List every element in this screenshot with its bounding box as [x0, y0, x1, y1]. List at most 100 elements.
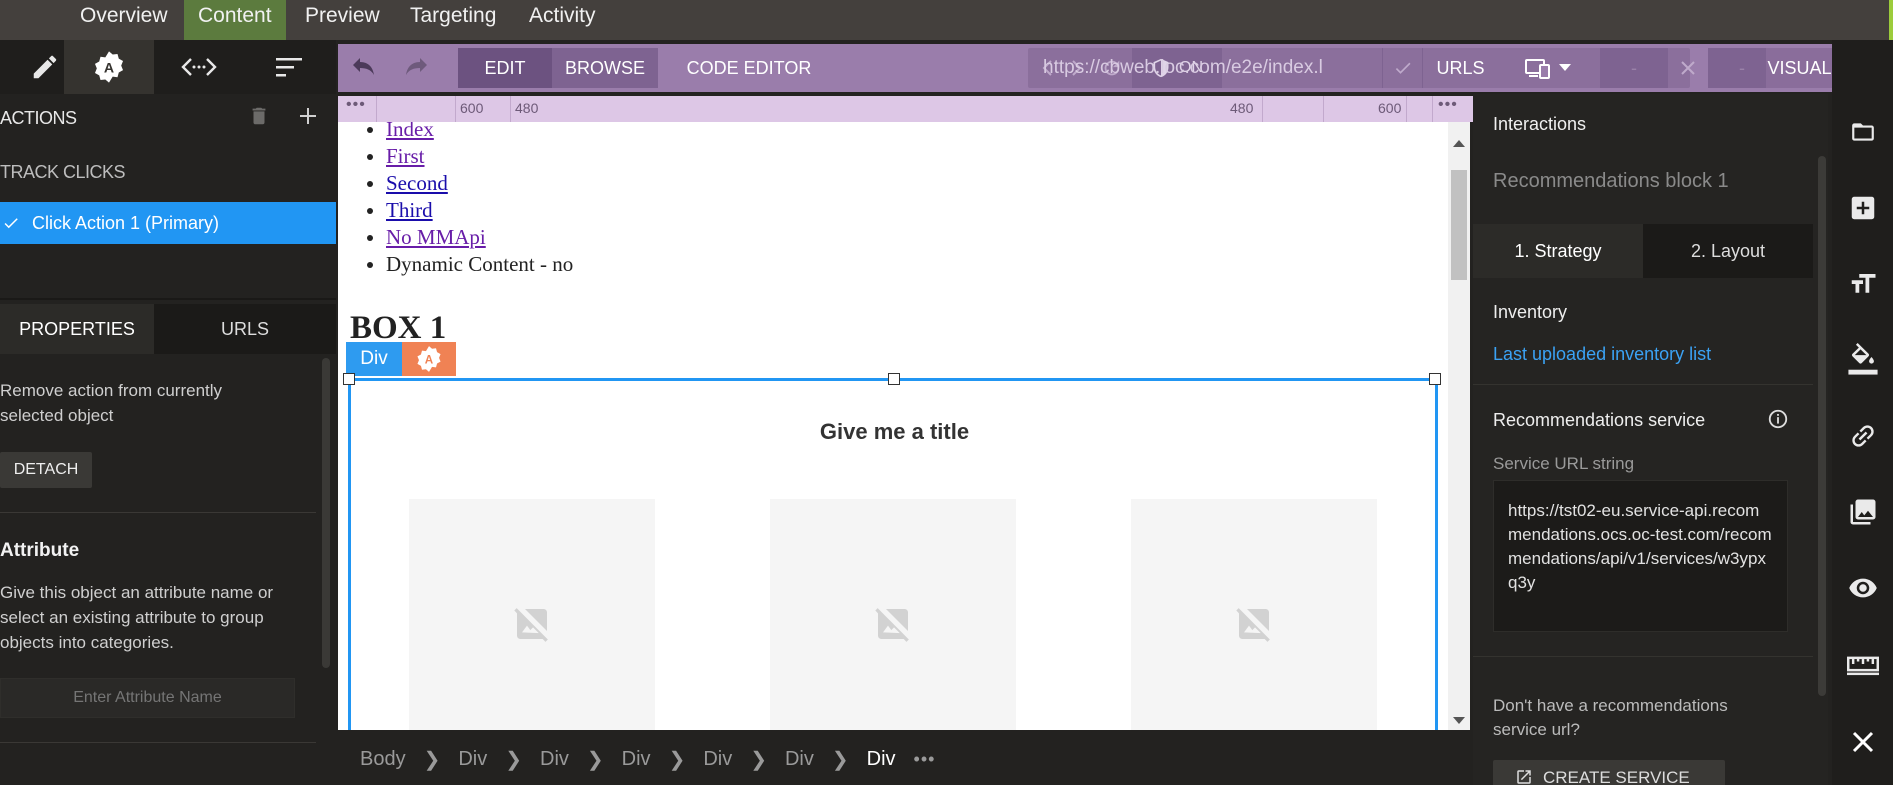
page-canvas[interactable]: Index First Second Third No MMApi Dynami…: [338, 122, 1448, 730]
close-icon[interactable]: [1668, 48, 1708, 88]
device-select[interactable]: [1508, 48, 1588, 88]
ruler-more-right-icon[interactable]: •••: [1438, 96, 1458, 114]
inventory-link[interactable]: Last uploaded inventory list: [1493, 344, 1711, 365]
device-icon: [1525, 57, 1551, 79]
add-box-icon[interactable]: [1832, 188, 1893, 228]
plus-icon[interactable]: [296, 104, 320, 133]
urls-button[interactable]: URLS: [1422, 48, 1498, 88]
tab-targeting[interactable]: Targeting: [396, 0, 510, 40]
action-badge-icon[interactable]: A: [402, 342, 456, 376]
trash-icon[interactable]: [248, 104, 270, 133]
browse-mode-button[interactable]: BROWSE: [552, 48, 658, 88]
ruler-more-left-icon[interactable]: •••: [346, 96, 366, 114]
close-panel-icon[interactable]: [1832, 722, 1893, 762]
breadcrumb-item[interactable]: Div: [622, 748, 651, 771]
actions-title: ACTIONS: [0, 108, 77, 128]
link-second[interactable]: Second: [386, 171, 448, 195]
left-panel-scrollbar[interactable]: [322, 358, 330, 668]
breadcrumb-item[interactable]: Div: [703, 748, 732, 771]
tab-strategy[interactable]: 1. Strategy: [1473, 224, 1643, 278]
link-icon[interactable]: [1832, 416, 1893, 456]
detach-button[interactable]: DETACH: [0, 452, 92, 488]
click-action-label: Click Action 1 (Primary): [32, 212, 220, 233]
tab-layout[interactable]: 2. Layout: [1643, 224, 1813, 278]
breadcrumb: Body ❯ Div ❯ Div ❯ Div ❯ Div ❯ Div ❯ Div •••: [338, 734, 1473, 785]
ruler-label-480-right: 480: [1230, 100, 1254, 116]
left-toolbar: A: [0, 40, 336, 94]
chevron-right-icon: ❯: [668, 749, 686, 771]
link-index[interactable]: Index: [386, 122, 434, 141]
attribute-name-input[interactable]: [0, 678, 295, 718]
list-item: First: [386, 143, 573, 170]
svg-text:A: A: [425, 354, 434, 367]
url-text[interactable]: https://cbweb.loc.com/e2e/index.l: [1043, 48, 1379, 88]
ruler-icon[interactable]: [1832, 644, 1893, 684]
scroll-thumb[interactable]: [1451, 170, 1467, 280]
icon-bar-top: [1832, 40, 1893, 94]
tab-urls[interactable]: URLS: [154, 304, 336, 354]
chevron-right-icon: ❯: [586, 749, 604, 771]
tab-activity[interactable]: Activity: [515, 0, 610, 40]
dash-button-1[interactable]: -: [1600, 48, 1668, 88]
link-third[interactable]: Third: [386, 198, 433, 222]
chevron-right-icon: ❯: [423, 749, 441, 771]
info-icon[interactable]: [1767, 408, 1789, 435]
scroll-down-icon[interactable]: [1453, 712, 1465, 730]
ruler: ••• 600 480 480 600 •••: [338, 96, 1473, 122]
track-clicks-title: TRACK CLICKS: [0, 162, 126, 182]
image-placeholder: [1131, 499, 1377, 730]
canvas-scrollbar[interactable]: [1448, 122, 1470, 730]
service-url-field[interactable]: https://tst02-eu.service-api.recommendat…: [1493, 480, 1788, 632]
image-placeholder: [770, 499, 1016, 730]
resize-handle[interactable]: [343, 373, 355, 385]
right-panel-tabs: 1. Strategy 2. Layout: [1473, 224, 1813, 278]
remove-action-text: Remove action from currently selected ob…: [0, 381, 223, 425]
resize-handle[interactable]: [1429, 373, 1441, 385]
tab-properties[interactable]: PROPERTIES: [0, 304, 154, 354]
code-icon[interactable]: [154, 40, 244, 94]
breadcrumb-item[interactable]: Div: [540, 748, 569, 771]
list-item: Index: [386, 122, 573, 143]
image-placeholder: [409, 499, 655, 730]
rec-service-label: Recommendations service: [1493, 410, 1706, 430]
more-icon[interactable]: •••: [914, 749, 936, 770]
right-icon-bar: [1832, 94, 1893, 785]
ruler-label-480-left: 480: [515, 100, 539, 116]
url-confirm-icon[interactable]: [1382, 48, 1422, 88]
text-size-icon[interactable]: [1832, 264, 1893, 304]
click-action-item[interactable]: Click Action 1 (Primary): [0, 202, 336, 244]
tab-preview[interactable]: Preview: [291, 0, 394, 40]
eye-icon[interactable]: [1832, 568, 1893, 608]
recommendations-title: Give me a title: [819, 419, 970, 444]
code-editor-button[interactable]: CODE EDITOR: [674, 48, 824, 88]
block-name[interactable]: Recommendations block 1: [1493, 170, 1729, 193]
scroll-up-icon[interactable]: [1453, 134, 1465, 152]
action-badge-icon[interactable]: A: [64, 40, 154, 94]
redo-icon[interactable]: [394, 48, 434, 88]
breadcrumb-item[interactable]: Div: [458, 748, 487, 771]
edit-mode-button[interactable]: EDIT: [458, 48, 552, 88]
tab-overview[interactable]: Overview: [66, 0, 182, 40]
create-service-button[interactable]: CREATE SERVICE: [1493, 760, 1725, 785]
images-icon[interactable]: [1832, 492, 1893, 532]
paint-bucket-icon[interactable]: [1832, 340, 1893, 380]
chevron-right-icon: ❯: [831, 749, 849, 771]
breadcrumb-current[interactable]: Div: [867, 748, 896, 771]
attribute-description: Give this object an attribute name or se…: [0, 583, 274, 652]
breadcrumb-item[interactable]: Body: [360, 748, 406, 771]
sort-icon[interactable]: [244, 40, 334, 94]
div-tag-label[interactable]: Div: [346, 342, 402, 376]
selected-div[interactable]: Give me a title: [343, 373, 1441, 730]
ruler-label-600-left: 600: [460, 100, 484, 116]
resize-handle[interactable]: [888, 373, 900, 385]
link-first[interactable]: First: [386, 144, 425, 168]
undo-icon[interactable]: [346, 48, 386, 88]
link-no-mmapi[interactable]: No MMApi: [386, 225, 486, 249]
breadcrumb-item[interactable]: Div: [785, 748, 814, 771]
right-panel-scrollbar[interactable]: [1818, 156, 1826, 696]
tab-content[interactable]: Content: [184, 0, 286, 40]
folder-icon[interactable]: [1832, 112, 1893, 152]
create-service-label: CREATE SERVICE: [1543, 768, 1690, 785]
right-panel: Interactions Recommendations block 1 1. …: [1473, 94, 1828, 785]
top-nav: Overview Content Preview Targeting Activ…: [0, 0, 1893, 40]
